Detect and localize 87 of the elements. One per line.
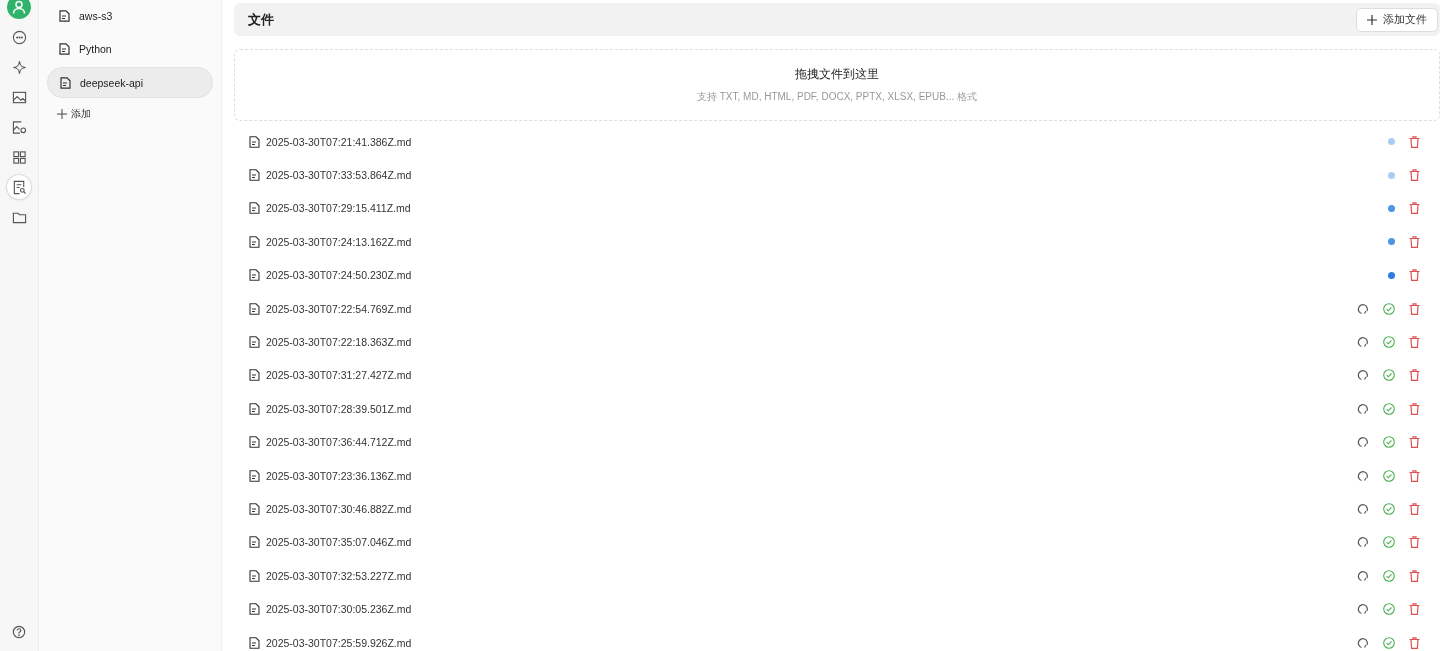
file-name: 2025-03-30T07:29:15.411Z.md	[266, 202, 411, 215]
plus-icon	[57, 109, 67, 119]
check-circle-icon	[1383, 469, 1395, 482]
refresh-icon[interactable]	[1357, 636, 1369, 649]
trash-icon[interactable]	[1409, 503, 1420, 515]
trash-icon[interactable]	[1409, 636, 1420, 649]
refresh-icon[interactable]	[1357, 302, 1369, 315]
add-file-button[interactable]: 添加文件	[1356, 7, 1438, 32]
document-icon	[59, 42, 70, 55]
check-circle-icon	[1383, 302, 1395, 315]
file-dropzone[interactable]: 拖拽文件到这里 支持 TXT, MD, HTML, PDF, DOCX, PPTX, XLSX, EPUB... 格式	[234, 49, 1440, 121]
refresh-icon[interactable]	[1357, 369, 1369, 382]
document-icon	[249, 603, 260, 616]
document-icon	[59, 9, 70, 22]
document-icon	[249, 302, 260, 315]
check-circle-icon	[1383, 603, 1395, 616]
file-name: 2025-03-30T07:22:54.769Z.md	[266, 302, 412, 315]
refresh-icon[interactable]	[1357, 436, 1369, 449]
document-icon	[249, 169, 260, 182]
document-icon	[249, 569, 260, 582]
document-icon	[249, 503, 260, 515]
file-name: 2025-03-30T07:25:59.926Z.md	[266, 636, 412, 649]
check-circle-icon	[1383, 503, 1395, 515]
knowledge-base-item[interactable]: Python	[47, 34, 213, 63]
avatar-icon[interactable]	[7, 0, 31, 19]
document-icon	[249, 536, 260, 549]
section-title: 文件	[248, 10, 274, 29]
trash-icon[interactable]	[1409, 169, 1420, 182]
refresh-icon[interactable]	[1357, 536, 1369, 549]
trash-icon[interactable]	[1409, 536, 1420, 549]
refresh-icon[interactable]	[1357, 402, 1369, 415]
refresh-icon[interactable]	[1357, 469, 1369, 482]
document-icon	[249, 135, 260, 148]
document-icon	[249, 469, 260, 482]
check-circle-icon	[1383, 536, 1395, 549]
plus-icon	[1367, 14, 1377, 25]
file-name: 2025-03-30T07:36:44.712Z.md	[266, 436, 412, 449]
trash-icon[interactable]	[1409, 603, 1420, 616]
knowledge-base-item[interactable]: deepseek-api	[47, 67, 213, 98]
document-search-icon[interactable]	[7, 175, 31, 199]
file-name: 2025-03-30T07:30:05.236Z.md	[266, 603, 412, 616]
document-icon	[249, 336, 260, 349]
trash-icon[interactable]	[1409, 135, 1420, 148]
refresh-icon[interactable]	[1357, 336, 1369, 349]
file-name: 2025-03-30T07:23:36.136Z.md	[266, 469, 412, 482]
trash-icon[interactable]	[1409, 302, 1420, 315]
trash-icon[interactable]	[1409, 436, 1420, 449]
file-name: 2025-03-30T07:24:13.162Z.md	[266, 235, 412, 248]
check-circle-icon	[1383, 436, 1395, 449]
refresh-icon[interactable]	[1357, 569, 1369, 582]
help-icon[interactable]	[12, 625, 26, 639]
document-icon	[249, 436, 260, 449]
trash-icon[interactable]	[1409, 269, 1420, 282]
refresh-icon[interactable]	[1357, 503, 1369, 515]
trash-icon[interactable]	[1409, 369, 1420, 382]
document-icon	[249, 636, 260, 649]
check-circle-icon	[1383, 402, 1395, 415]
file-name: 2025-03-30T07:21:41.386Z.md	[266, 135, 412, 148]
refresh-icon[interactable]	[1357, 603, 1369, 616]
knowledge-base-item[interactable]: aws-s3	[47, 1, 213, 30]
file-name: 2025-03-30T07:28:39.501Z.md	[266, 402, 412, 415]
document-icon	[249, 235, 260, 248]
trash-icon[interactable]	[1409, 402, 1420, 415]
trash-icon[interactable]	[1409, 336, 1420, 349]
check-circle-icon	[1383, 369, 1395, 382]
file-name: 2025-03-30T07:22:18.363Z.md	[266, 336, 412, 349]
file-name: 2025-03-30T07:31:27.427Z.md	[266, 369, 412, 382]
trash-icon[interactable]	[1409, 235, 1420, 248]
document-icon	[249, 269, 260, 282]
trash-icon[interactable]	[1409, 569, 1420, 582]
check-circle-icon	[1383, 569, 1395, 582]
dropzone-title: 拖拽文件到这里	[795, 66, 879, 83]
document-icon	[249, 402, 260, 415]
trash-icon[interactable]	[1409, 469, 1420, 482]
dropzone-hint: 支持 TXT, MD, HTML, PDF, DOCX, PPTX, XLSX, EPUB... 格式	[696, 90, 977, 104]
document-icon	[249, 369, 260, 382]
document-icon	[60, 76, 71, 89]
file-name: 2025-03-30T07:24:50.230Z.md	[266, 269, 412, 282]
check-circle-icon	[1383, 636, 1395, 649]
add-button[interactable]: 添加	[47, 102, 213, 126]
document-icon	[249, 202, 260, 215]
check-circle-icon	[1383, 336, 1395, 349]
file-name: 2025-03-30T07:35:07.046Z.md	[266, 536, 412, 549]
file-name: 2025-03-30T07:30:46.882Z.md	[266, 503, 412, 515]
trash-icon[interactable]	[1409, 202, 1420, 215]
file-name: 2025-03-30T07:32:53.227Z.md	[266, 569, 412, 582]
file-name: 2025-03-30T07:33:53.864Z.md	[266, 169, 412, 182]
